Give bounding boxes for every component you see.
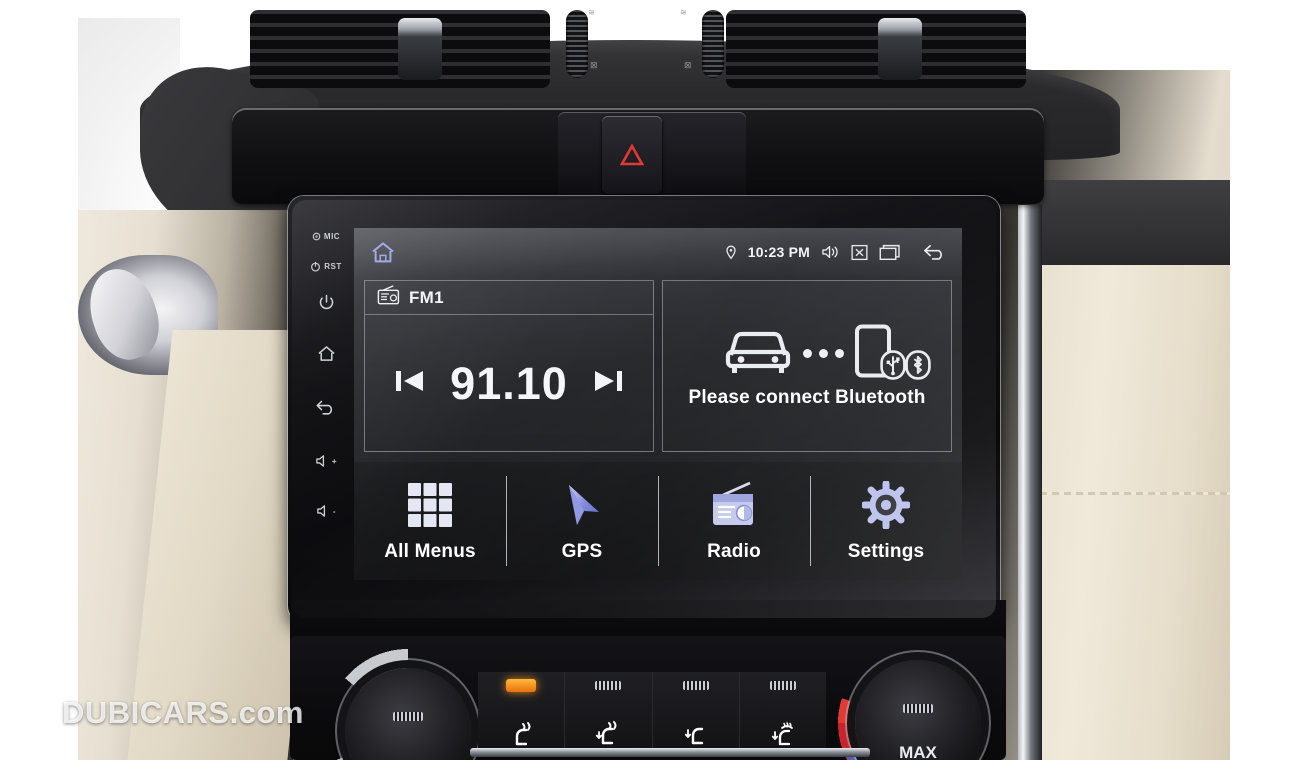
mic-indicator: MIC bbox=[312, 232, 340, 241]
vent-off-left-icon: ⊠ bbox=[590, 60, 598, 70]
menu-label: Radio bbox=[707, 541, 761, 562]
recents-icon[interactable] bbox=[879, 244, 901, 261]
vent-mark-right-icon: ≋ bbox=[680, 8, 687, 17]
dial-grip-marks-left bbox=[393, 712, 423, 721]
statusbar-right-cluster: 10:23 PM bbox=[725, 243, 948, 261]
home-cards-row: FM1 91.10 Please connect Bluetooth bbox=[364, 280, 952, 452]
watermark: DUBICARS.com bbox=[62, 695, 304, 730]
skip-next-button[interactable] bbox=[591, 365, 625, 402]
back-key[interactable] bbox=[315, 398, 337, 416]
hazard-triangle-icon bbox=[619, 143, 645, 166]
skip-next-icon bbox=[595, 370, 623, 391]
console-chrome-accent bbox=[470, 748, 870, 757]
statusbar-home-button[interactable] bbox=[366, 237, 400, 267]
menu-item-gps[interactable]: GPS bbox=[506, 462, 658, 580]
max-ac-label-line1: MAX bbox=[899, 743, 937, 760]
right-beige-trim-panel bbox=[1038, 265, 1230, 760]
right-chrome-strip bbox=[1018, 205, 1042, 760]
gear-icon bbox=[862, 479, 910, 531]
radio-band-label: FM1 bbox=[409, 287, 444, 307]
back-arrow-icon[interactable] bbox=[922, 243, 948, 261]
radio-card-header: FM1 bbox=[365, 281, 653, 315]
bluetooth-icon bbox=[904, 349, 931, 385]
location-pin-icon bbox=[725, 245, 737, 260]
menu-item-radio[interactable]: Radio bbox=[658, 462, 810, 580]
screenshot-root: ≋ ≋ ⊠ ⊠ MIC RST + - 10:23 PM FM1 91.10 P… bbox=[0, 0, 1300, 760]
radio-card[interactable]: FM1 91.10 bbox=[364, 280, 654, 452]
volume-down-label: - bbox=[332, 506, 337, 516]
vent-feet-icon bbox=[684, 727, 703, 745]
head-unit-side-keys: MIC RST + - bbox=[300, 210, 352, 610]
button-grill-3 bbox=[769, 681, 796, 690]
leather-stitching bbox=[1040, 492, 1230, 495]
volume-down-icon bbox=[317, 505, 325, 517]
back-arrow-icon bbox=[316, 400, 333, 415]
power-icon bbox=[319, 294, 333, 310]
defrost-vent-right bbox=[702, 10, 724, 78]
hazard-lights-button[interactable] bbox=[602, 116, 662, 194]
mic-dot-icon bbox=[312, 232, 321, 241]
close-box-icon[interactable] bbox=[851, 244, 868, 261]
volume-icon[interactable] bbox=[821, 244, 840, 260]
bluetooth-status-message: Please connect Bluetooth bbox=[688, 386, 926, 408]
bluetooth-card[interactable]: Please connect Bluetooth bbox=[662, 280, 952, 452]
mic-label: MIC bbox=[323, 232, 341, 241]
button-grill-2 bbox=[682, 681, 709, 690]
grid-apps-icon bbox=[405, 479, 455, 531]
airflow-mode-buttons bbox=[478, 672, 826, 754]
car-icon bbox=[722, 325, 794, 382]
bluetooth-card-body: Please connect Bluetooth bbox=[663, 281, 951, 451]
skip-previous-button[interactable] bbox=[393, 365, 427, 402]
navigation-arrow-icon bbox=[559, 479, 605, 531]
volume-up-label: + bbox=[331, 456, 338, 466]
menu-item-all-menus[interactable]: All Menus bbox=[354, 462, 506, 580]
reset-label: RST bbox=[324, 262, 342, 271]
airflow-face-button[interactable] bbox=[478, 672, 565, 754]
vent-off-right-icon: ⊠ bbox=[684, 60, 692, 70]
right-dash-top-trim bbox=[1038, 180, 1230, 272]
defrost-feet-icon bbox=[771, 722, 793, 746]
bottom-menu-bar: All Menus GPS Radio Settings bbox=[354, 462, 962, 580]
menu-label: All Menus bbox=[384, 541, 476, 562]
infotainment-screen[interactable]: 10:23 PM FM1 91.10 Please connect Blueto… bbox=[354, 228, 962, 580]
radio-icon bbox=[709, 479, 759, 531]
button-grill-1 bbox=[595, 681, 622, 690]
vent-adjuster-right[interactable] bbox=[878, 18, 922, 80]
vent-adjuster-left[interactable] bbox=[398, 18, 442, 80]
menu-label: GPS bbox=[561, 541, 603, 562]
defrost-vent-left bbox=[566, 10, 588, 78]
statusbar-clock: 10:23 PM bbox=[747, 244, 810, 260]
vent-face-feet-icon bbox=[596, 721, 617, 745]
connection-dots-icon bbox=[802, 348, 844, 358]
air-vent-right[interactable] bbox=[726, 10, 1026, 88]
usb-icon bbox=[879, 349, 906, 385]
reset-circle-icon bbox=[311, 261, 321, 272]
menu-label: Settings bbox=[847, 541, 925, 562]
volume-up-icon bbox=[316, 455, 324, 467]
bluetooth-connect-illustration bbox=[722, 324, 931, 383]
airflow-defrost-feet-button[interactable] bbox=[738, 672, 826, 754]
vent-face-icon bbox=[515, 722, 531, 746]
radio-frequency: 91.10 bbox=[450, 357, 568, 409]
radio-icon bbox=[377, 285, 400, 310]
skip-previous-icon bbox=[395, 370, 423, 391]
home-key[interactable] bbox=[317, 345, 336, 362]
volume-up-key[interactable]: + bbox=[315, 454, 337, 468]
vent-mark-left-icon: ≋ bbox=[588, 8, 595, 17]
power-button[interactable] bbox=[318, 294, 335, 311]
airflow-face-indicator bbox=[506, 679, 537, 692]
home-icon bbox=[317, 346, 335, 361]
home-icon bbox=[372, 241, 394, 262]
airflow-feet-button[interactable] bbox=[651, 672, 739, 754]
dial-grip-marks-right bbox=[903, 704, 933, 713]
airflow-face-feet-button[interactable] bbox=[564, 672, 652, 754]
menu-item-settings[interactable]: Settings bbox=[810, 462, 962, 580]
smartphone-icon bbox=[853, 324, 931, 383]
android-status-bar: 10:23 PM bbox=[354, 228, 962, 276]
radio-card-body: 91.10 bbox=[365, 315, 653, 451]
image-right-margin bbox=[1230, 0, 1300, 760]
reset-button[interactable]: RST bbox=[310, 261, 342, 272]
volume-down-key[interactable]: - bbox=[316, 504, 336, 518]
